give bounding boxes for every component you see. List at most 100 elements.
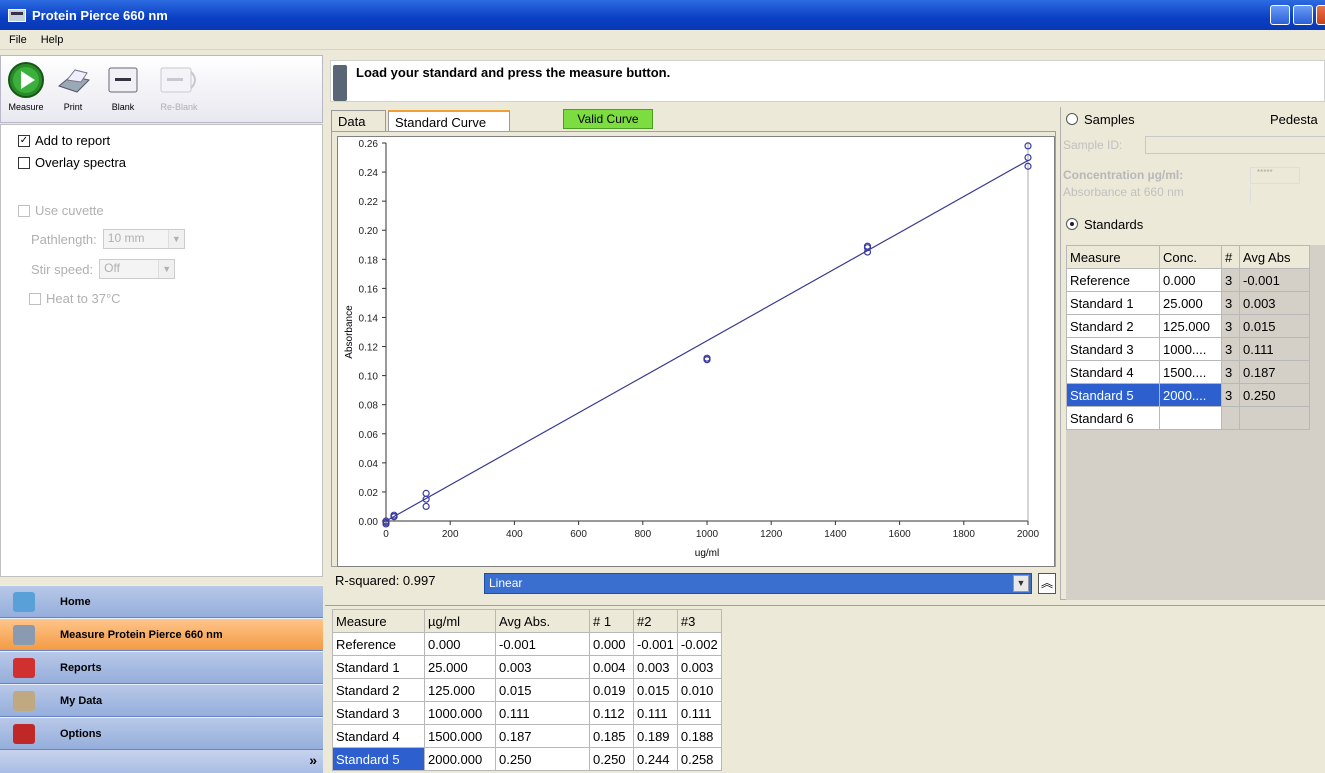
standards-table-area: Measure Conc. # Avg Abs Reference 0.000 3 -0.0…	[1066, 245, 1325, 600]
y-tick-label: 0.06	[359, 430, 379, 441]
measurements-header-0[interactable]: Measure	[332, 609, 425, 633]
table-row[interactable]: Standard 6	[1066, 406, 1310, 430]
table-row[interactable]: Reference 0.000 3 -0.001	[1066, 268, 1310, 292]
table-cell: 0.015	[1239, 314, 1310, 338]
standards-radio[interactable]: Standards	[1066, 217, 1143, 232]
table-cell: -0.002	[676, 632, 722, 656]
table-row[interactable]: Standard 3 1000.000 0.111 0.112 0.111 0.111	[332, 701, 722, 725]
samples-radio[interactable]: Samples	[1066, 112, 1135, 127]
table-cell: -0.001	[495, 632, 590, 656]
table-cell: 0.003	[676, 655, 722, 679]
blank-icon	[101, 60, 145, 98]
checkmark-icon: ✓	[18, 134, 30, 147]
table-row[interactable]: Standard 1 25.000 0.003 0.004 0.003 0.003	[332, 655, 722, 679]
table-cell: 2000.000	[424, 747, 496, 771]
table-row[interactable]: Standard 1 25.000 3 0.003	[1066, 291, 1310, 315]
table-cell: Standard 5	[1066, 383, 1160, 407]
close-button[interactable]	[1316, 5, 1325, 25]
table-cell: 0.258	[676, 747, 722, 771]
nav-reports[interactable]: Reports	[0, 651, 323, 684]
table-cell: Standard 1	[1066, 291, 1160, 315]
table-cell: 0.003	[495, 655, 590, 679]
table-cell: Standard 2	[1066, 314, 1160, 338]
table-row[interactable]: Standard 3 1000.... 3 0.111	[1066, 337, 1310, 361]
print-button[interactable]: Print	[51, 60, 95, 112]
table-row[interactable]: Standard 2 125.000 3 0.015	[1066, 314, 1310, 338]
heat-checkbox[interactable]: Heat to 37°C	[29, 291, 121, 306]
nav-my-data[interactable]: My Data	[0, 684, 323, 717]
home-icon	[13, 592, 35, 612]
measure-button[interactable]: Measure	[4, 60, 48, 112]
minimize-button[interactable]	[1270, 5, 1290, 25]
standards-header-2[interactable]: #	[1221, 245, 1240, 269]
table-cell: 3	[1221, 337, 1240, 361]
use-cuvette-checkbox[interactable]: Use cuvette	[18, 203, 104, 218]
standards-header-3[interactable]: Avg Abs	[1239, 245, 1310, 269]
pathlength-row: Pathlength: 10 mm ▼	[31, 229, 185, 249]
table-cell: 0.111	[633, 701, 678, 725]
menu-file[interactable]: File	[9, 34, 27, 46]
data-point	[422, 502, 430, 511]
measurements-header-2[interactable]: Avg Abs.	[495, 609, 590, 633]
table-cell: 0.189	[633, 724, 678, 748]
nav-options[interactable]: Options	[0, 717, 323, 750]
x-tick-label: 2000	[1017, 529, 1040, 540]
table-cell: Standard 2	[332, 678, 425, 702]
nav-home[interactable]: Home	[0, 585, 323, 618]
blank-button[interactable]: Blank	[101, 60, 145, 112]
nav-measure[interactable]: Measure Protein Pierce 660 nm	[0, 618, 323, 651]
table-row[interactable]: Standard 2 125.000 0.015 0.019 0.015 0.010	[332, 678, 722, 702]
table-cell: 25.000	[424, 655, 496, 679]
standards-header-0[interactable]: Measure	[1066, 245, 1160, 269]
table-cell: Standard 6	[1066, 406, 1160, 430]
measurements-table: Measure µg/ml Avg Abs. # 1 #2 #3 Reference 0.0…	[332, 609, 722, 771]
restore-button[interactable]	[1293, 5, 1313, 25]
sample-id-label: Sample ID:	[1063, 138, 1123, 152]
title-bar: Protein Pierce 660 nm	[0, 0, 1325, 30]
sample-id-input[interactable]	[1145, 136, 1325, 154]
absorbance-value	[1250, 185, 1300, 203]
table-row[interactable]: Standard 4 1500.000 0.187 0.185 0.189 0.188	[332, 724, 722, 748]
measurements-header-3[interactable]: # 1	[589, 609, 634, 633]
mydata-icon	[13, 691, 35, 711]
options-icon	[13, 724, 35, 744]
x-tick-label: 1600	[888, 529, 911, 540]
table-cell: -0.001	[1239, 268, 1310, 292]
overlay-spectra-checkbox[interactable]: Overlay spectra	[18, 155, 126, 170]
table-row[interactable]: Standard 4 1500.... 3 0.187	[1066, 360, 1310, 384]
add-to-report-checkbox[interactable]: ✓ Add to report	[18, 133, 110, 148]
measurements-header-4[interactable]: #2	[633, 609, 678, 633]
table-cell: 3	[1221, 268, 1240, 292]
table-row[interactable]: Standard 5 2000.000 0.250 0.250 0.244 0.258	[332, 747, 722, 771]
table-cell: 0.187	[1239, 360, 1310, 384]
instruction-bar: Load your standard and press the measure…	[330, 60, 1325, 102]
app-icon	[8, 8, 26, 22]
measurements-header-5[interactable]: #3	[676, 609, 722, 633]
y-tick-label: 0.00	[359, 517, 379, 528]
measure-icon	[13, 625, 35, 645]
table-row[interactable]: Standard 5 2000.... 3 0.250	[1066, 383, 1310, 407]
table-cell: 3	[1221, 314, 1240, 338]
x-tick-label: 600	[570, 529, 587, 540]
reblank-button[interactable]: Re-Blank	[151, 60, 207, 112]
table-cell: 1000....	[1159, 337, 1222, 361]
y-tick-label: 0.24	[359, 168, 379, 179]
table-cell: Standard 5	[332, 747, 425, 771]
standards-header-1[interactable]: Conc.	[1159, 245, 1222, 269]
collapse-icon[interactable]: ︽	[1038, 573, 1056, 594]
chevron-down-icon: ▼	[1013, 575, 1029, 592]
pathlength-select[interactable]: 10 mm ▼	[102, 229, 185, 249]
measurements-header-1[interactable]: µg/ml	[424, 609, 496, 633]
table-cell: 0.244	[633, 747, 678, 771]
stir-speed-select[interactable]: Off ▼	[99, 259, 176, 279]
table-row[interactable]: Reference 0.000 -0.001 0.000 -0.001 -0.002	[332, 632, 722, 656]
x-tick-label: 1200	[760, 529, 783, 540]
table-cell: Standard 4	[1066, 360, 1160, 384]
menu-help[interactable]: Help	[41, 34, 64, 46]
standards-table: Measure Conc. # Avg Abs Reference 0.000 3 -0.0…	[1066, 245, 1310, 430]
table-cell: 1500.000	[424, 724, 496, 748]
tab-standard-curve[interactable]: Standard Curve	[388, 110, 510, 132]
fit-type-select[interactable]: Linear ▼	[484, 573, 1032, 594]
tab-data[interactable]: Data	[331, 110, 386, 132]
expand-nav-icon[interactable]: »	[309, 752, 317, 768]
